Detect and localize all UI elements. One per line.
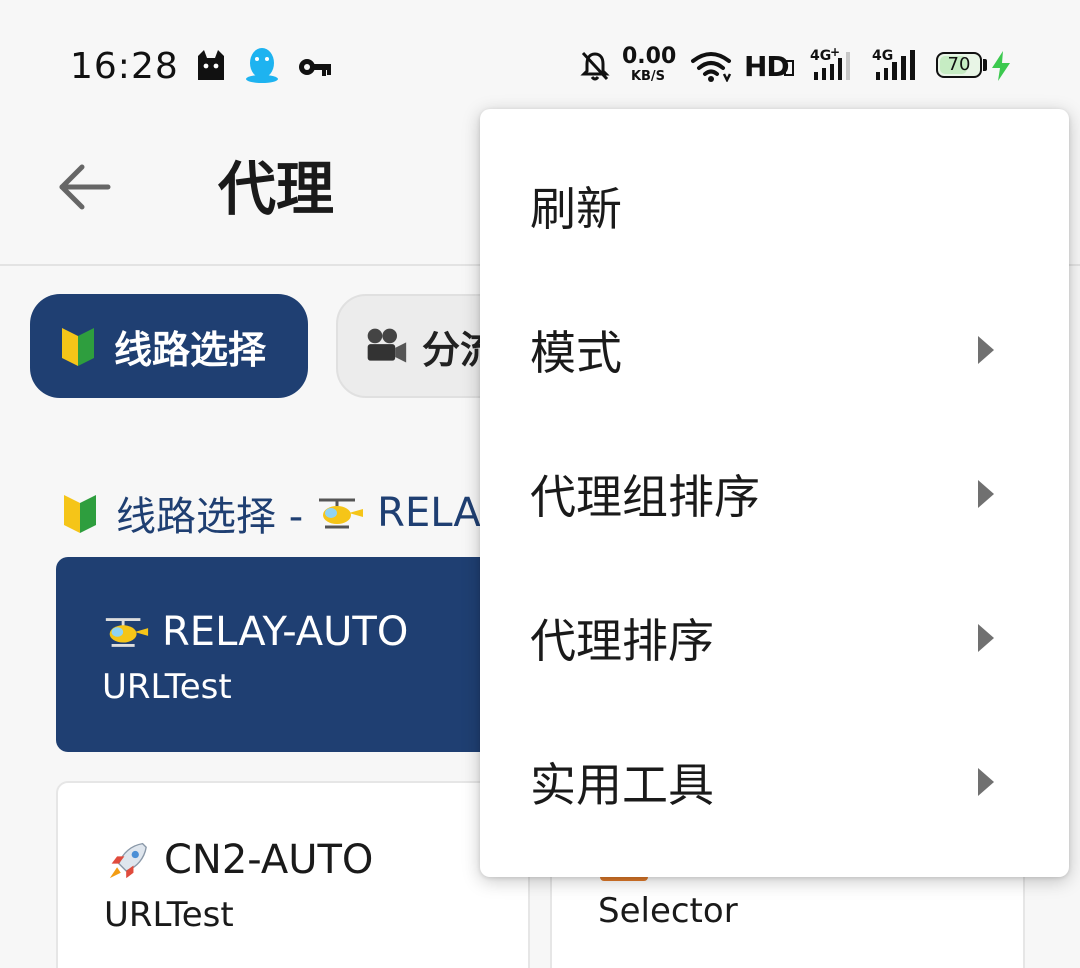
- menu-item-refresh[interactable]: 刷新: [480, 134, 1069, 278]
- signal-4g-icon: 4G: [872, 48, 915, 80]
- proxy-card-name-text: CN2-AUTO: [164, 837, 374, 883]
- svg-text:4G: 4G: [810, 48, 831, 64]
- menu-item-mode[interactable]: 模式: [480, 278, 1069, 422]
- wifi-hd-label: HD: [744, 50, 790, 83]
- proxy-card-type: URLTest: [102, 667, 232, 707]
- network-speed: 0.00 KB/S: [622, 44, 677, 84]
- proxy-card-relay-auto[interactable]: RELAY-AUTO URLTest: [56, 557, 530, 752]
- charging-bolt-icon: [992, 51, 1010, 81]
- menu-item-label: 代理组排序: [530, 470, 760, 524]
- submenu-arrow-icon: [978, 480, 994, 508]
- proxy-card-name-text: RELAY-AUTO: [162, 609, 409, 655]
- proxy-card-type: URLTest: [104, 895, 234, 935]
- hd-badge-icon: [784, 60, 794, 76]
- page-title: 代理: [218, 155, 335, 223]
- chip-label: 线路选择: [114, 327, 267, 372]
- group-header: 线路选择 - RELA: [58, 484, 481, 542]
- battery-tip: [983, 59, 987, 71]
- svg-text:+: +: [830, 46, 840, 59]
- battery-level-text: 70: [947, 54, 971, 75]
- screen: 16:28 0.00 KB/S HD 4G + 4G 70 代理 线路选择 分流…: [0, 0, 1080, 968]
- overflow-menu: 刷新 模式 代理组排序 代理排序 实用工具: [480, 109, 1069, 877]
- submenu-arrow-icon: [978, 336, 994, 364]
- signal-4g-plus-icon: 4G +: [810, 46, 850, 80]
- menu-item-label: 模式: [530, 326, 622, 380]
- status-bar: 16:28 0.00 KB/S HD 4G + 4G 70: [0, 0, 1080, 110]
- beginner-icon: [64, 495, 96, 533]
- helicopter-icon: [319, 498, 364, 529]
- svg-text:4G: 4G: [872, 48, 893, 64]
- menu-item-label: 刷新: [530, 182, 622, 236]
- group-header-prefix: 线路选择 -: [116, 494, 304, 540]
- wifi-icon: [691, 52, 732, 82]
- cat-icon: [198, 50, 224, 80]
- submenu-arrow-icon: [978, 624, 994, 652]
- movie-camera-icon: [367, 328, 407, 363]
- network-speed-unit: KB/S: [630, 69, 666, 84]
- battery-icon: 70: [936, 52, 982, 78]
- arrow-left-icon: [59, 164, 111, 210]
- menu-item-proxy-sort[interactable]: 代理排序: [480, 566, 1069, 710]
- vpn-key-icon: [299, 59, 331, 76]
- status-time: 16:28: [70, 46, 179, 87]
- proxy-card-name: CN2-AUTO: [104, 837, 373, 883]
- group-header-current: RELA: [377, 490, 481, 536]
- chip-route-select[interactable]: 线路选择: [30, 294, 308, 398]
- bell-muted-icon: [580, 51, 610, 81]
- qq-penguin-icon: [246, 48, 278, 83]
- proxy-card-name: RELAY-AUTO: [102, 609, 408, 655]
- proxy-card-cn2-auto[interactable]: CN2-AUTO URLTest: [56, 781, 530, 968]
- proxy-card-type: Selector: [598, 891, 738, 931]
- back-button[interactable]: [50, 152, 120, 222]
- beginner-icon: [62, 328, 94, 366]
- helicopter-icon: [105, 618, 149, 647]
- network-speed-value: 0.00: [622, 44, 677, 69]
- menu-item-tools[interactable]: 实用工具: [480, 710, 1069, 854]
- menu-item-label: 实用工具: [530, 758, 714, 812]
- rocket-icon: [109, 842, 147, 879]
- menu-item-group-sort[interactable]: 代理组排序: [480, 422, 1069, 566]
- submenu-arrow-icon: [978, 768, 994, 796]
- menu-item-label: 代理排序: [530, 614, 714, 668]
